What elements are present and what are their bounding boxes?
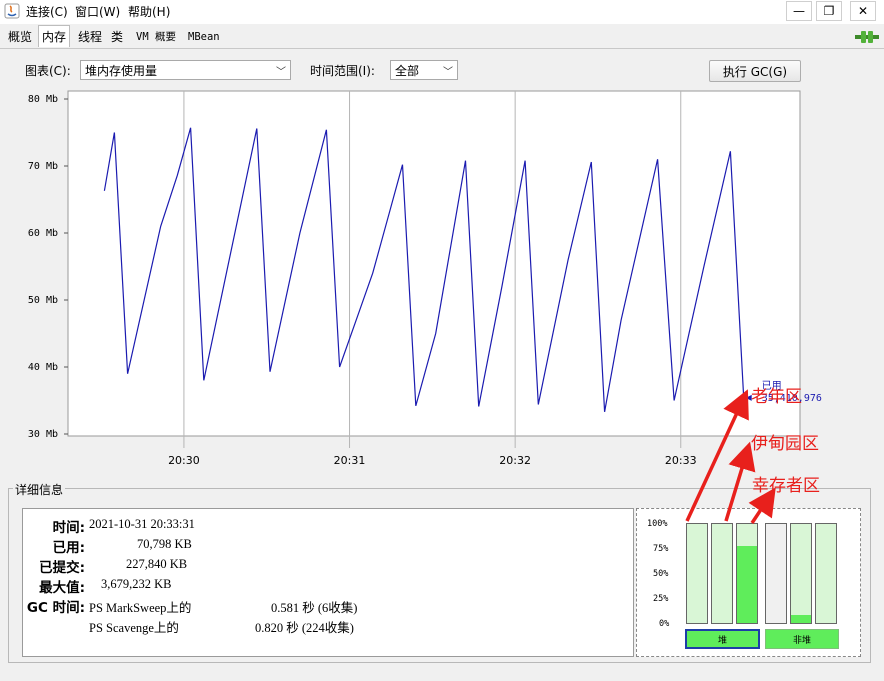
heap-usage-chart: 80 Mb 70 Mb 60 Mb 50 Mb 40 Mb 30 Mb 20:30 20:3… <box>28 90 822 467</box>
restore-button[interactable]: ❐ <box>816 1 842 21</box>
heap-button[interactable]: 堆 <box>685 629 760 649</box>
gc-row-value: 0.820 秒 (224收集) <box>255 621 354 635</box>
close-icon: ✕ <box>857 4 869 18</box>
tab-memory[interactable]: 内存 <box>38 25 71 47</box>
minimize-icon: — <box>793 4 805 18</box>
used-key: 已用: <box>52 540 85 556</box>
annotation-eden: 伊甸园区 <box>751 434 819 454</box>
chevron-down-icon: ﹀ <box>276 67 286 78</box>
chart-select-value: 堆内存使用量 <box>85 63 158 78</box>
time-range-value: 全部 <box>395 63 420 78</box>
time-key: 时间: <box>52 520 85 536</box>
gc-row-name: PS MarkSweep上的 <box>89 601 192 615</box>
x-tick-label: 20:30 <box>168 454 200 467</box>
time-range-label: 时间范围(I): <box>310 64 375 78</box>
plot-area <box>67 90 801 437</box>
chevron-down-icon: ﹀ <box>443 67 453 78</box>
pool-bar-survivor-space[interactable] <box>711 523 733 624</box>
pool-bar-compressed-class[interactable] <box>815 523 837 624</box>
gc-row-name: PS Scavenge上的 <box>89 621 179 635</box>
chart-select[interactable]: 堆内存使用量 ﹀ <box>80 60 291 80</box>
annotation-old-gen: 老年区 <box>751 387 802 407</box>
tab-vm-summary[interactable]: VM 概要 <box>133 27 179 46</box>
menu-help[interactable]: 帮助(H) <box>128 3 170 20</box>
committed-key: 已提交: <box>39 560 85 576</box>
pct-label: 0% <box>659 619 670 629</box>
committed-value: 227,840 KB <box>126 557 188 571</box>
details-content: 时间: 2021-10-31 20:33:31 已用: 70,798 KB 已提… <box>22 508 634 657</box>
annotation-survivor: 幸存者区 <box>752 476 820 496</box>
non-heap-button[interactable]: 非堆 <box>765 629 839 649</box>
max-value: 3,679,232 KB <box>101 577 172 591</box>
pct-label: 50% <box>653 569 669 579</box>
time-range-select[interactable]: 全部 ﹀ <box>390 60 458 80</box>
gc-row-value: 0.581 秒 (6收集) <box>271 601 358 615</box>
pct-label: 25% <box>653 594 669 604</box>
pool-bar-metaspace[interactable] <box>765 523 787 624</box>
pool-bar-eden-space[interactable] <box>686 523 708 624</box>
y-tick-label: 30 Mb <box>28 429 58 440</box>
gc-time-key: GC 时间: <box>26 600 85 616</box>
max-key: 最大值: <box>39 580 85 596</box>
time-value: 2021-10-31 20:33:31 <box>89 517 195 531</box>
y-tick-label: 40 Mb <box>28 362 58 373</box>
menu-bar: 连接(C) 窗口(W) 帮助(H) — ❐ ✕ <box>0 0 884 24</box>
menu-window[interactable]: 窗口(W) <box>75 3 120 20</box>
restore-icon: ❐ <box>823 4 835 18</box>
tab-mbean[interactable]: MBean <box>185 27 223 46</box>
x-tick-label: 20:33 <box>665 454 697 467</box>
memory-pools-panel: 100% 75% 50% 25% 0% 堆 非堆 <box>636 508 861 657</box>
pool-bar-code-cache[interactable] <box>790 523 812 624</box>
used-value: 70,798 KB <box>137 537 192 551</box>
minimize-button[interactable]: — <box>786 1 812 21</box>
pct-label: 100% <box>647 519 668 529</box>
y-tick-label: 70 Mb <box>28 161 58 172</box>
y-tick-label: 50 Mb <box>28 295 58 306</box>
tab-classes[interactable]: 类 <box>108 27 126 46</box>
x-tick-label: 20:32 <box>499 454 531 467</box>
y-tick-label: 80 Mb <box>28 94 58 105</box>
pct-label: 75% <box>653 544 669 554</box>
menu-connect[interactable]: 连接(C) <box>26 3 68 20</box>
tab-threads[interactable]: 线程 <box>75 27 105 46</box>
chart-label: 图表(C): <box>25 64 71 78</box>
tab-overview[interactable]: 概览 <box>5 27 35 46</box>
pool-bar-old-gen[interactable] <box>736 523 758 624</box>
close-button[interactable]: ✕ <box>850 1 876 21</box>
y-tick-label: 60 Mb <box>28 228 58 239</box>
connection-status-icon <box>855 31 879 43</box>
x-tick-label: 20:31 <box>334 454 366 467</box>
perform-gc-button[interactable]: 执行 GC(G) <box>709 60 801 82</box>
details-title: 详细信息 <box>13 481 66 498</box>
java-app-icon <box>4 3 20 19</box>
